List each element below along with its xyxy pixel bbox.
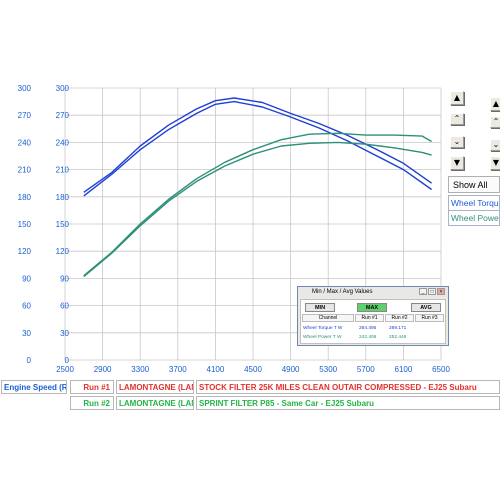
min-button[interactable]: MIN [305, 303, 335, 312]
y-tick-label-outer: 30 [22, 329, 31, 338]
y-tick-label-inner: 30 [60, 329, 69, 338]
run-1-vehicle: LAMONTAGNE (LAMO [116, 380, 194, 394]
y-tick-label-outer: 270 [18, 111, 32, 120]
y-tick-label-inner: 240 [56, 138, 70, 147]
y-tick-label-inner: 210 [56, 166, 70, 175]
y-tick-label-outer: 120 [18, 247, 32, 256]
close-icon[interactable]: × [437, 288, 445, 295]
channel-label-wheel-torque[interactable]: Wheel Torque [448, 195, 500, 211]
y-tick-label-inner: 90 [60, 274, 69, 283]
scroll-down-double-button[interactable]: ▼ [450, 156, 464, 170]
y-tick-label-outer: 60 [22, 302, 31, 311]
scroll-up-double-button[interactable]: ▲ [450, 91, 464, 105]
run-1-description: STOCK FILTER 25K MILES CLEAN OUTAIR COMP… [196, 380, 500, 394]
x-axis-channel-label[interactable]: Engine Speed (RI [1, 380, 67, 394]
y-tick-label-outer: 240 [18, 138, 32, 147]
row-2-run-2: 252.446 [389, 334, 407, 340]
row-1-run-2: 289.171 [389, 325, 407, 331]
minmax-window[interactable]: Min / Max / Avg Values _ □ × MIN MAX AVG… [297, 286, 449, 346]
y-tick-label-inner: 180 [56, 193, 70, 202]
row-1-channel: Wheel Torque T W [303, 325, 343, 331]
x-tick-label: 2900 [94, 365, 112, 374]
x-tick-label: 5700 [357, 365, 375, 374]
y-tick-label-outer: 90 [22, 274, 31, 283]
scroll-up-button-2[interactable]: ⌃ [490, 116, 500, 128]
dyno-graph-window: 300 300 270 270 240 240 210 210 180 180 150 150 120 1… [0, 0, 500, 500]
x-tick-label: 4100 [207, 365, 225, 374]
run-2-vehicle: LAMONTAGNE (LAMO [116, 396, 194, 410]
minimize-icon[interactable]: _ [419, 288, 427, 295]
minmax-body: MIN MAX AVG Channel Run #1 Run #2 Run #3… [300, 299, 446, 344]
y-tick-label-outer: 0 [27, 356, 32, 365]
x-tick-label: 6500 [432, 365, 450, 374]
x-tick-label: 6100 [395, 365, 413, 374]
column-header-channel: Channel [302, 314, 354, 322]
max-button[interactable]: MAX [357, 303, 387, 312]
y-tick-label-outer: 300 [18, 84, 32, 93]
channel-label-wheel-power[interactable]: Wheel Power [448, 210, 500, 226]
row-2-run-1: 242.406 [359, 334, 377, 340]
x-tick-label: 4500 [244, 365, 262, 374]
x-tick-label: 2500 [56, 365, 74, 374]
x-tick-label: 5300 [319, 365, 337, 374]
y-tick-label-outer: 210 [18, 166, 32, 175]
y-tick-label-inner: 120 [56, 247, 70, 256]
scroll-down-double-button-2[interactable]: ▼ [490, 156, 500, 170]
row-2-channel: Wheel Power T W [303, 334, 342, 340]
scroll-down-button[interactable]: ⌄ [450, 136, 464, 148]
restore-icon[interactable]: □ [428, 288, 436, 295]
run-1-label[interactable]: Run #1 [70, 380, 114, 394]
column-header-run-1: Run #1 [355, 314, 384, 322]
y-tick-label-outer: 180 [18, 193, 32, 202]
x-tick-label: 3700 [169, 365, 187, 374]
y-tick-label-outer: 150 [18, 220, 32, 229]
column-header-run-3: Run #3 [415, 314, 444, 322]
column-header-run-2: Run #2 [385, 314, 414, 322]
y-tick-label-inner: 270 [56, 111, 70, 120]
y-tick-label-inner: 300 [56, 84, 70, 93]
y-tick-label-inner: 60 [60, 302, 69, 311]
avg-button[interactable]: AVG [411, 303, 441, 312]
run-2-label[interactable]: Run #2 [70, 396, 114, 410]
x-tick-label: 3300 [131, 365, 149, 374]
x-tick-label: 4900 [282, 365, 300, 374]
show-all-button[interactable]: Show All [448, 176, 500, 193]
row-1-run-1: 284.495 [359, 325, 377, 331]
run-2-description: SPRINT FILTER P85 - Same Car - EJ25 Suba… [196, 396, 500, 410]
scroll-down-button-2[interactable]: ⌄ [490, 139, 500, 151]
y-tick-label-inner: 150 [56, 220, 70, 229]
y-tick-label-inner: 0 [65, 356, 70, 365]
dyno-chart: 300 300270 270240 240210 210180 180150 150120 1… [18, 84, 451, 374]
scroll-up-double-button-2[interactable]: ▲ [490, 97, 500, 111]
scroll-up-button[interactable]: ⌃ [450, 113, 464, 125]
